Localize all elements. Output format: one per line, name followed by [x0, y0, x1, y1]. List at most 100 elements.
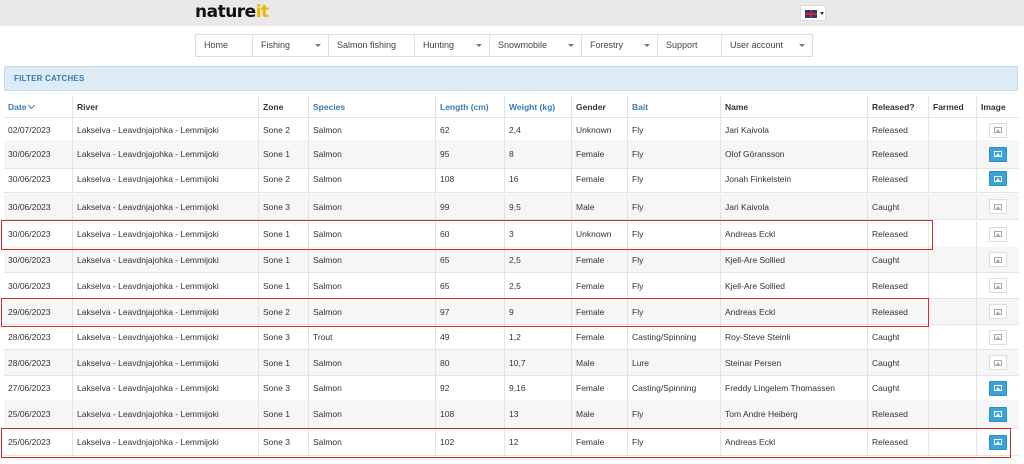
cell-bait: Fly: [627, 221, 720, 247]
table-row[interactable]: 28/06/2023 Lakselva - Leavdnjajohka - Lem…: [4, 325, 1019, 350]
nav-item-hunting[interactable]: Hunting: [414, 34, 490, 57]
cell-zone: Sone 3: [258, 376, 308, 400]
chevron-down-icon: [644, 44, 650, 47]
image-view-button[interactable]: [989, 434, 1007, 450]
cell-farmed: [928, 376, 976, 400]
nav-item-label: Fishing: [261, 40, 291, 50]
cell-image: [976, 376, 1019, 400]
nav-item-fishing[interactable]: Fishing: [252, 34, 329, 57]
image-icon: [994, 151, 1002, 157]
column-header-label: Name: [725, 101, 749, 112]
table-row[interactable]: 30/06/2023 Lakselva - Leavdnjajohka - Lem…: [4, 221, 1019, 248]
cell-gender: Female: [571, 429, 627, 455]
table-header-row: Date River Zone Species Length (cm) Weight (k…: [4, 96, 1019, 118]
table-row[interactable]: 30/06/2023 Lakselva - Leavdnjajohka - Lem…: [4, 247, 1019, 273]
column-header-label: Length (cm): [440, 101, 489, 112]
cell-date: 28/06/2023: [8, 332, 51, 342]
image-icon: [994, 175, 1002, 182]
table-row[interactable]: 27/06/2023 Lakselva - Leavdnjajohka - Lem…: [4, 376, 1019, 401]
cell-farmed: [928, 221, 976, 247]
cell-length: 80: [435, 350, 504, 375]
image-placeholder-button[interactable]: [989, 226, 1007, 242]
nav-item-user-account[interactable]: User account: [721, 34, 813, 57]
cell-river: Lakselva - Leavdnjajohka - Lemmijoki: [72, 350, 258, 375]
cell-zone: Sone 1: [258, 247, 308, 272]
column-header-farmed: Farmed: [928, 96, 976, 117]
natureit-logo[interactable]: natureit: [195, 2, 269, 22]
table-row[interactable]: 29/06/2023 Lakselva - Leavdnjajohka - Lem…: [4, 299, 1019, 325]
table-row[interactable]: 25/06/2023 Lakselva - Leavdnjajohka - Lem…: [4, 400, 1019, 429]
cell-river: Lakselva - Leavdnjajohka - Lemmijoki: [72, 221, 258, 247]
cell-zone: Sone 3: [258, 429, 308, 455]
cell-released: Caught: [867, 194, 928, 219]
image-placeholder-button[interactable]: [989, 355, 1007, 370]
cell-bait: Fly: [627, 299, 720, 324]
image-view-button[interactable]: [989, 146, 1007, 162]
cell-date: 30/06/2023: [8, 173, 51, 184]
cell-length: 102: [435, 429, 504, 455]
cell-gender: Male: [571, 400, 627, 428]
column-header-date[interactable]: Date: [4, 96, 72, 117]
table-row[interactable]: 30/06/2023 Lakselva - Leavdnjajohka - Lem…: [4, 165, 1019, 193]
image-placeholder-button[interactable]: [989, 199, 1007, 214]
cell-river: Lakselva - Leavdnjajohka - Lemmijoki: [72, 376, 258, 400]
image-placeholder-button[interactable]: [989, 304, 1007, 319]
cell-weight: 9,16: [504, 376, 571, 400]
image-view-button[interactable]: [989, 380, 1007, 396]
cell-released: Released: [867, 273, 928, 298]
cell-bait: Casting/Spinning: [627, 325, 720, 349]
image-placeholder-button[interactable]: [989, 122, 1007, 138]
cell-river: Lakselva - Leavdnjajohka - Lemmijoki: [72, 247, 258, 272]
nav-item-support[interactable]: Support: [657, 34, 722, 57]
column-header-species[interactable]: Species: [308, 96, 435, 117]
cell-length: 62: [435, 118, 504, 142]
cell-farmed: [928, 165, 976, 192]
image-view-button[interactable]: [989, 406, 1007, 422]
cell-date: 30/06/2023: [8, 149, 51, 159]
cell-gender: Female: [571, 376, 627, 400]
cell-species: Salmon: [308, 247, 435, 272]
cell-weight: 10,7: [504, 350, 571, 375]
cell-river: Lakselva - Leavdnjajohka - Lemmijoki: [72, 273, 258, 298]
cell-zone: Sone 1: [258, 221, 308, 247]
filter-catches-panel[interactable]: FILTER CATCHES: [4, 66, 1018, 91]
nav-item-home[interactable]: Home: [195, 34, 253, 57]
image-placeholder-button[interactable]: [989, 278, 1007, 293]
cell-length: 108: [435, 165, 504, 192]
nav-item-salmon-fishing[interactable]: Salmon fishing: [328, 34, 415, 57]
table-row[interactable]: 28/06/2023 Lakselva - Leavdnjajohka - Lem…: [4, 350, 1019, 376]
sort-descending-icon[interactable]: [28, 101, 36, 109]
table-row[interactable]: 30/06/2023 Lakselva - Leavdnjajohka - Lem…: [4, 273, 1019, 299]
table-row[interactable]: 25/06/2023 Lakselva - Leavdnjajohka - Lem…: [4, 429, 1019, 456]
image-placeholder-button[interactable]: [989, 329, 1007, 345]
cell-species: Salmon: [308, 400, 435, 428]
nav-item-label: User account: [730, 40, 784, 50]
cell-species: Salmon: [308, 165, 435, 192]
cell-gender: Female: [571, 299, 627, 324]
nav-item-label: Support: [666, 40, 698, 50]
cell-zone: Sone 1: [258, 400, 308, 428]
image-view-button[interactable]: [989, 171, 1007, 186]
cell-gender: Male: [571, 350, 627, 375]
cell-zone: Sone 2: [258, 118, 308, 142]
cell-name: Jonah Finkelstein: [720, 165, 867, 192]
cell-name: Freddy Lingelem Thomassen: [720, 376, 867, 400]
image-placeholder-button[interactable]: [989, 252, 1007, 267]
nav-item-snowmobile[interactable]: Snowmobile: [489, 34, 582, 57]
column-header-length[interactable]: Length (cm): [435, 96, 504, 117]
cell-gender: Female: [571, 165, 627, 192]
cell-gender: Female: [571, 273, 627, 298]
cell-name: Andreas Eckl: [720, 221, 867, 247]
nav-item-forestry[interactable]: Forestry: [581, 34, 658, 57]
cell-name: Andreas Eckl: [720, 299, 867, 324]
column-header-weight[interactable]: Weight (kg): [504, 96, 571, 117]
column-header-label: Weight (kg): [509, 101, 556, 112]
table-row[interactable]: 30/06/2023 Lakselva - Leavdnjajohka - Lem…: [4, 194, 1019, 220]
cell-weight: 16: [504, 165, 571, 192]
image-icon: [994, 439, 1002, 445]
cell-species: Salmon: [308, 140, 435, 168]
language-selector[interactable]: [800, 5, 826, 21]
cell-gender: Unknown: [571, 118, 627, 142]
column-header-label: Date: [8, 101, 27, 112]
column-header-bait[interactable]: Bait: [627, 96, 720, 117]
